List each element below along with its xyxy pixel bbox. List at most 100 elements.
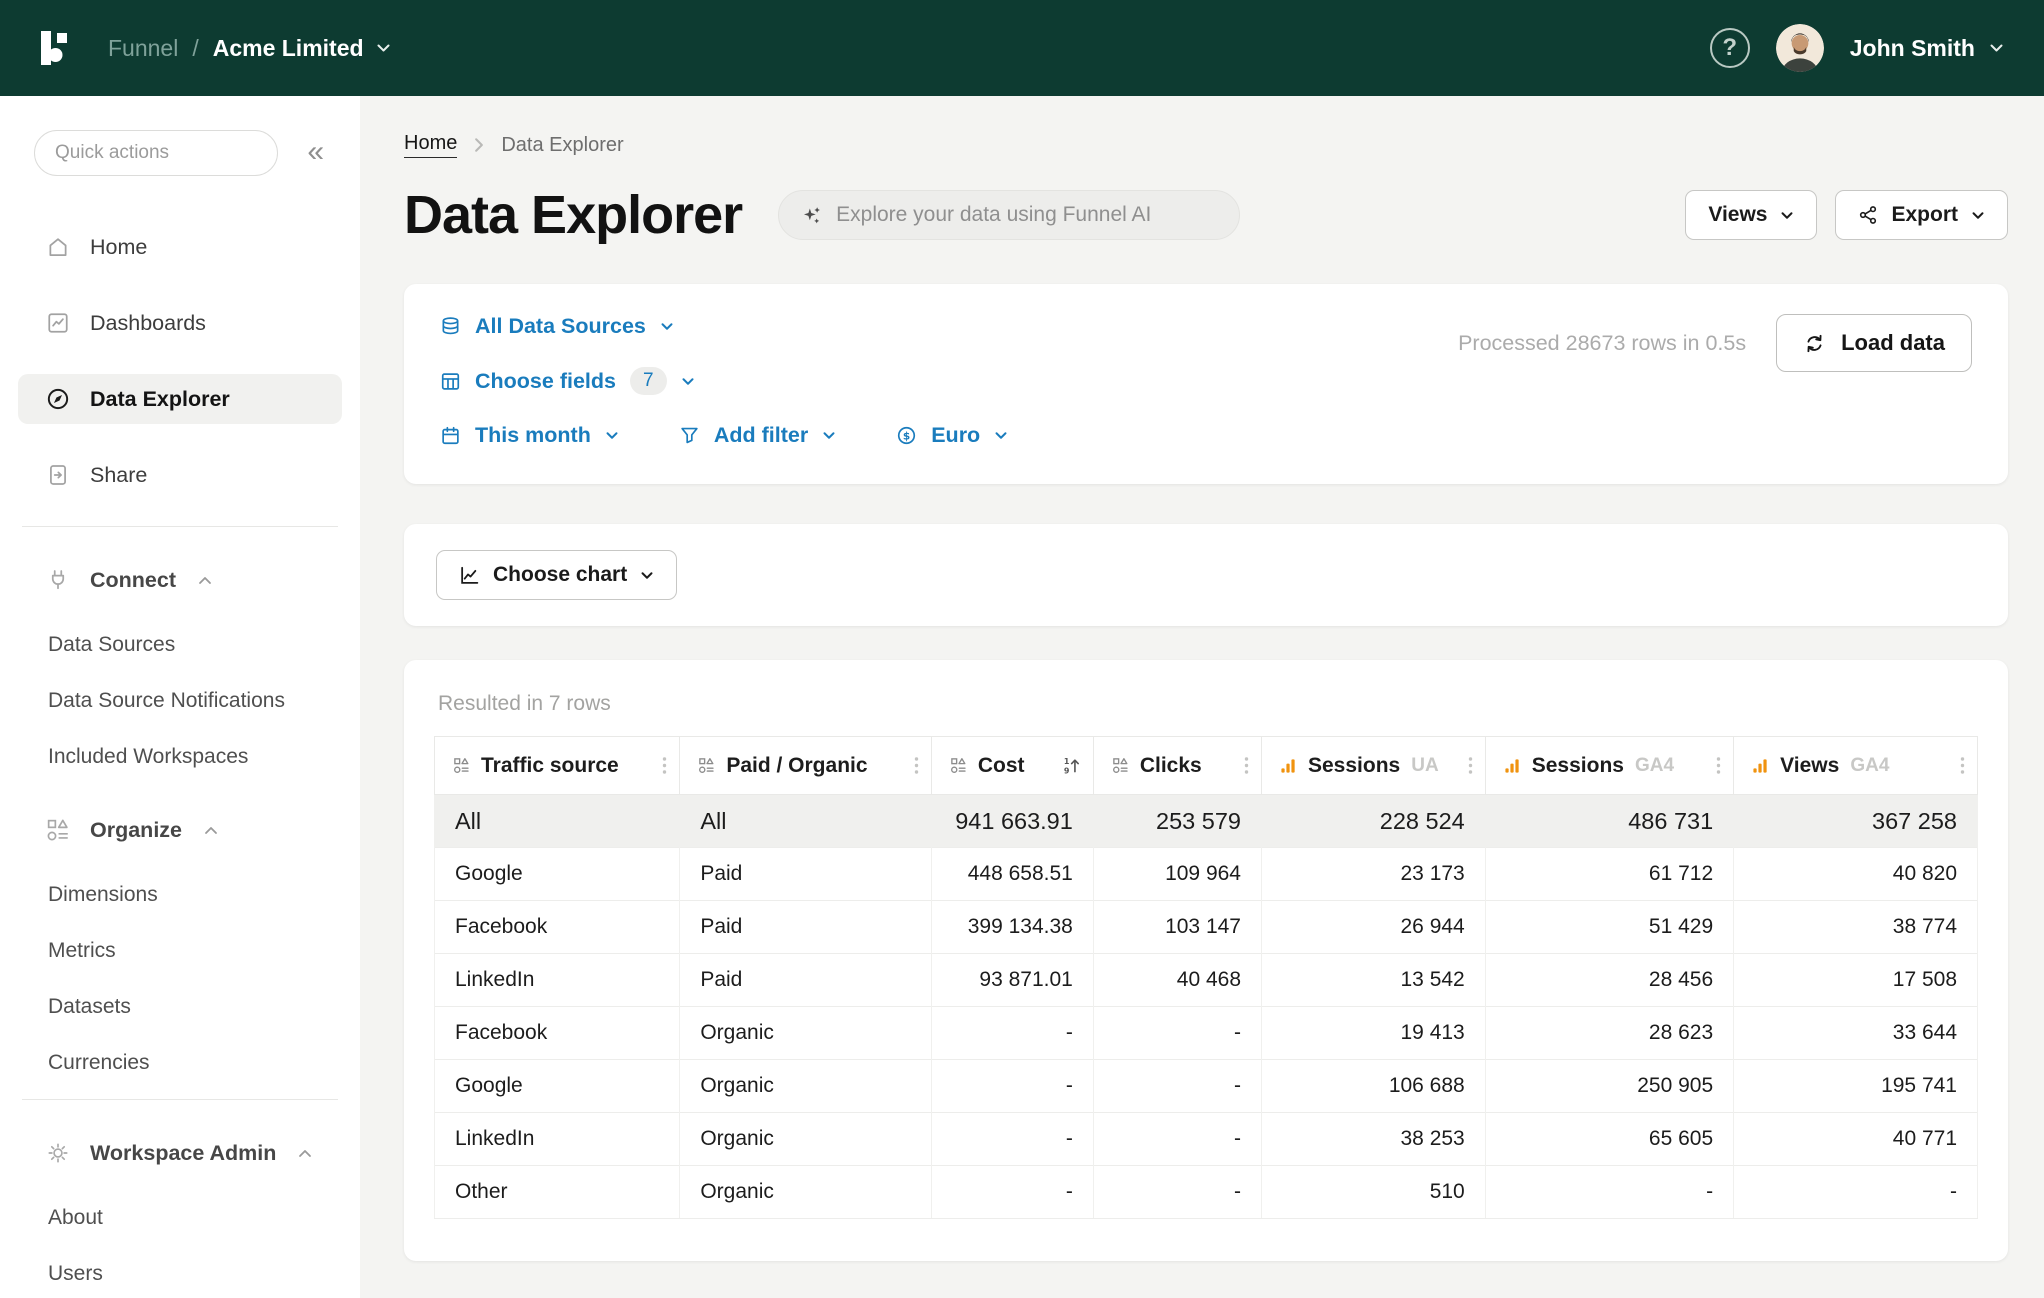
column-header-views-ga4[interactable]: Views GA4 [1734,737,1978,795]
breadcrumb-home-link[interactable]: Home [404,132,457,158]
chevron-up-icon [198,576,212,585]
svg-text:9: 9 [1064,766,1070,775]
chevron-down-icon [605,431,619,440]
fields-count-badge: 7 [630,367,667,395]
sidebar-section-workspace-admin[interactable]: Workspace Admin [18,1130,342,1176]
sidebar-item-data-source-notifications[interactable]: Data Source Notifications [18,681,342,721]
main-content: Home Data Explorer Data Explorer Views E… [360,96,2044,1298]
sidebar-item-metrics[interactable]: Metrics [18,931,342,971]
column-menu-icon[interactable] [662,756,667,775]
avatar[interactable] [1776,24,1824,72]
metric-bars-icon [1504,757,1521,774]
column-menu-icon[interactable] [914,756,919,775]
product-name[interactable]: Funnel [108,35,178,62]
table-row[interactable]: GooglePaid 448 658.51109 964 23 17361 71… [435,848,1978,901]
column-header-traffic-source[interactable]: Traffic source [435,737,680,795]
sidebar-divider [22,526,338,527]
svg-text:$: $ [903,430,910,442]
shapes-icon [46,818,70,842]
user-menu[interactable]: John Smith [1850,35,2004,62]
sidebar-item-dashboards[interactable]: Dashboards [18,298,342,348]
chevron-down-icon [660,322,674,331]
currency-dropdown[interactable]: $ Euro [896,423,1008,448]
dimension-shapes-icon [453,757,470,774]
sidebar-item-label: Data Explorer [90,387,230,412]
table-row[interactable]: LinkedInPaid 93 871.0140 468 13 54228 45… [435,954,1978,1007]
metric-bars-icon [1752,757,1769,774]
table-row[interactable]: FacebookPaid 399 134.38103 147 26 94451 … [435,901,1978,954]
results-table: Traffic source Paid / Organic Cost 19 [434,736,1978,1219]
sidebar-section-connect[interactable]: Connect [18,557,342,603]
column-header-sessions-ga4[interactable]: Sessions GA4 [1485,737,1733,795]
column-header-cost[interactable]: Cost 19 [931,737,1093,795]
sidebar-item-home[interactable]: Home [18,222,342,272]
chevron-down-icon [994,431,1008,440]
funnel-ai-input[interactable] [836,203,1217,227]
add-filter-dropdown[interactable]: Add filter [679,423,836,448]
source-suffix: GA4 [1850,755,1889,777]
chevron-down-icon [1989,43,2004,53]
sidebar-item-about[interactable]: About [18,1198,342,1238]
sidebar-divider [22,1099,338,1100]
funnel-logo-icon[interactable] [38,28,78,68]
share-document-icon [46,463,70,487]
calendar-icon [440,425,461,446]
column-menu-icon[interactable] [1244,756,1249,775]
column-header-clicks[interactable]: Clicks [1093,737,1261,795]
section-label: Workspace Admin [90,1141,276,1166]
load-data-button[interactable]: Load data [1776,314,1972,372]
sidebar-item-data-sources[interactable]: Data Sources [18,625,342,665]
table-row[interactable]: LinkedInOrganic -- 38 25365 605 40 771 [435,1113,1978,1166]
sidebar-section-organize[interactable]: Organize [18,807,342,853]
column-menu-icon[interactable] [1960,756,1965,775]
column-menu-icon[interactable] [1468,756,1473,775]
table-header-row: Traffic source Paid / Organic Cost 19 [435,737,1978,795]
sidebar-item-dimensions[interactable]: Dimensions [18,875,342,915]
views-button[interactable]: Views [1685,190,1817,240]
export-button[interactable]: Export [1835,190,2008,240]
table-row-total[interactable]: AllAll 941 663.91253 579 228 524486 731 … [435,795,1978,848]
section-label: Organize [90,818,182,843]
chevron-down-icon [822,431,836,440]
quick-actions-input[interactable] [55,142,300,164]
sidebar-item-label: Home [90,235,147,260]
help-icon[interactable]: ? [1710,28,1750,68]
user-name: John Smith [1850,35,1975,62]
sort-numeric-icon[interactable]: 19 [1062,756,1081,775]
sidebar-collapse-button[interactable]: « [307,134,324,170]
breadcrumb-current: Data Explorer [501,134,623,157]
svg-text:1: 1 [1064,757,1070,766]
gear-icon [46,1141,70,1165]
dimension-shapes-icon [950,757,967,774]
table-row[interactable]: OtherOrganic -- 510- - [435,1166,1978,1219]
sidebar-item-label: Share [90,463,147,488]
filter-funnel-icon [679,425,700,446]
sidebar-item-datasets[interactable]: Datasets [18,987,342,1027]
date-range-dropdown[interactable]: This month [440,423,619,448]
choose-chart-button[interactable]: Choose chart [436,550,677,600]
chevron-down-icon [640,571,654,580]
sidebar-item-share[interactable]: Share [18,450,342,500]
chevron-right-icon [473,137,485,153]
workspace-switcher[interactable]: Acme Limited [213,35,391,62]
sidebar: « Home Dashboards Data Explorer Share Co… [0,96,360,1298]
dimension-shapes-icon [698,757,715,774]
column-header-paid-organic[interactable]: Paid / Organic [680,737,932,795]
breadcrumb: Home Data Explorer [404,132,2008,158]
chart-chooser-card: Choose chart [404,524,2008,626]
column-menu-icon[interactable] [1716,756,1721,775]
avatar-image-icon [1776,24,1824,72]
quick-actions-search[interactable] [34,130,278,176]
sidebar-item-data-explorer[interactable]: Data Explorer [18,374,342,424]
chevron-up-icon [298,1149,312,1158]
funnel-ai-search[interactable] [778,190,1240,240]
result-summary: Resulted in 7 rows [438,692,1978,716]
table-row[interactable]: GoogleOrganic -- 106 688250 905 195 741 [435,1060,1978,1113]
table-row[interactable]: FacebookOrganic -- 19 41328 623 33 644 [435,1007,1978,1060]
chevron-down-icon [376,43,391,53]
sidebar-item-users[interactable]: Users [18,1254,342,1294]
sidebar-item-included-workspaces[interactable]: Included Workspaces [18,737,342,777]
column-header-sessions-ua[interactable]: Sessions UA [1262,737,1486,795]
sidebar-item-currencies[interactable]: Currencies [18,1043,342,1083]
refresh-icon [1803,332,1826,355]
